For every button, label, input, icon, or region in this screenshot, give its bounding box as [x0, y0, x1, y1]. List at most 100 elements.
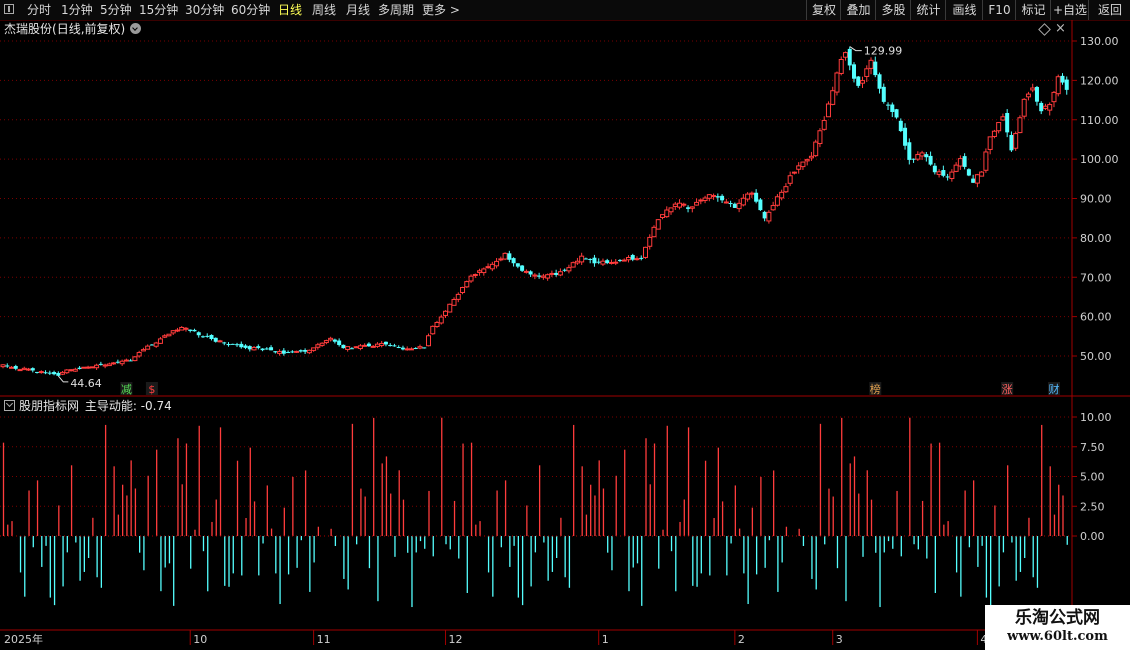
candle-body [911, 158, 916, 160]
candle-body [230, 343, 235, 345]
candle-body [830, 90, 836, 105]
candle-body [630, 255, 635, 260]
candle-body [392, 345, 397, 347]
candle-body [574, 260, 580, 264]
sub-tick-label: 10.00 [1080, 411, 1112, 424]
candle-body [1009, 134, 1014, 151]
candle-body [694, 201, 700, 206]
candle-body [149, 344, 154, 346]
candle-body [971, 178, 976, 183]
candle-body [664, 209, 670, 218]
candle-body [119, 360, 125, 365]
candle-body [362, 344, 368, 347]
candle-body [481, 268, 487, 274]
candle-body [447, 303, 453, 313]
candle-body [349, 348, 354, 350]
candle-body [17, 369, 23, 372]
candle-body [188, 329, 193, 331]
candle-body [357, 345, 363, 349]
candle-body [864, 68, 870, 77]
candle-body [881, 86, 886, 102]
candle-body [128, 360, 133, 362]
candle-body [979, 171, 985, 177]
candle-body [1034, 86, 1039, 102]
candle-body [64, 369, 70, 374]
candle-body [592, 257, 597, 264]
candle-body [740, 197, 746, 206]
candle-body [890, 104, 895, 112]
candle-body [991, 130, 997, 137]
candle-body [388, 345, 393, 347]
candle-body [98, 363, 103, 365]
x-start-label: 2025年 [4, 632, 43, 646]
candle-body [608, 261, 614, 264]
candle-body [919, 152, 925, 157]
candle-body [72, 368, 78, 372]
candle-body [247, 346, 252, 350]
sub-tick-label: 7.50 [1080, 441, 1105, 454]
candle-body [886, 104, 891, 106]
candle-body [30, 368, 35, 371]
candle-body [315, 344, 321, 348]
candle-body [383, 341, 388, 345]
candle-body [651, 226, 657, 238]
candle-body [507, 253, 512, 260]
candle-body [698, 199, 704, 202]
candle-body [489, 263, 495, 270]
candle-body [337, 340, 342, 345]
month-label: 2 [738, 633, 745, 646]
candle-body [655, 219, 661, 230]
candle-body [1051, 91, 1057, 103]
candle-body [115, 361, 120, 363]
candle-body [217, 340, 223, 343]
candle-body [987, 136, 993, 150]
candle-body [341, 344, 346, 349]
candle-body [860, 80, 866, 84]
candle-body [494, 260, 500, 267]
candle-body [672, 203, 678, 207]
candle-body [485, 266, 491, 269]
candle-body [430, 325, 436, 335]
candle-body [639, 257, 644, 259]
candle-body [834, 72, 840, 93]
candle-body [89, 366, 95, 369]
candle-body [303, 350, 308, 352]
marker-label: 财 [1048, 382, 1059, 396]
candle-body [732, 203, 737, 208]
candle-body [455, 293, 461, 300]
candle-body [43, 372, 48, 374]
candle-body [400, 347, 405, 350]
candle-body [273, 351, 278, 353]
candle-body [796, 165, 802, 170]
candle-body [136, 352, 142, 357]
sub-tick-label: 0.00 [1080, 530, 1105, 543]
stock-chart[interactable]: 50.0060.0070.0080.0090.00100.00110.00120… [0, 0, 1130, 650]
candle-body [1039, 102, 1044, 112]
candle-body [123, 359, 129, 362]
candle-body [251, 346, 257, 351]
candle-body [464, 281, 470, 288]
candle-body [528, 271, 533, 275]
candle-body [422, 347, 427, 349]
candle-body [1013, 133, 1019, 149]
candle-body [723, 201, 729, 204]
candle-body [515, 263, 520, 267]
candle-body [511, 258, 516, 264]
candle-body [523, 270, 529, 273]
candle-body [838, 58, 844, 74]
month-label: 10 [193, 633, 207, 646]
candle-body [983, 151, 989, 171]
candle-body [613, 261, 619, 264]
marker-label: $ [148, 383, 155, 396]
candle-body [579, 255, 585, 263]
candle-body [26, 368, 32, 371]
candle-body [396, 346, 401, 348]
month-label: 12 [449, 633, 463, 646]
candle-body [957, 158, 963, 167]
candle-body [758, 199, 763, 211]
candle-body [179, 326, 185, 331]
candle-body [5, 365, 10, 367]
candle-body [140, 349, 146, 352]
max-price-label: 129.99 [864, 45, 903, 58]
candle-body [847, 48, 852, 66]
